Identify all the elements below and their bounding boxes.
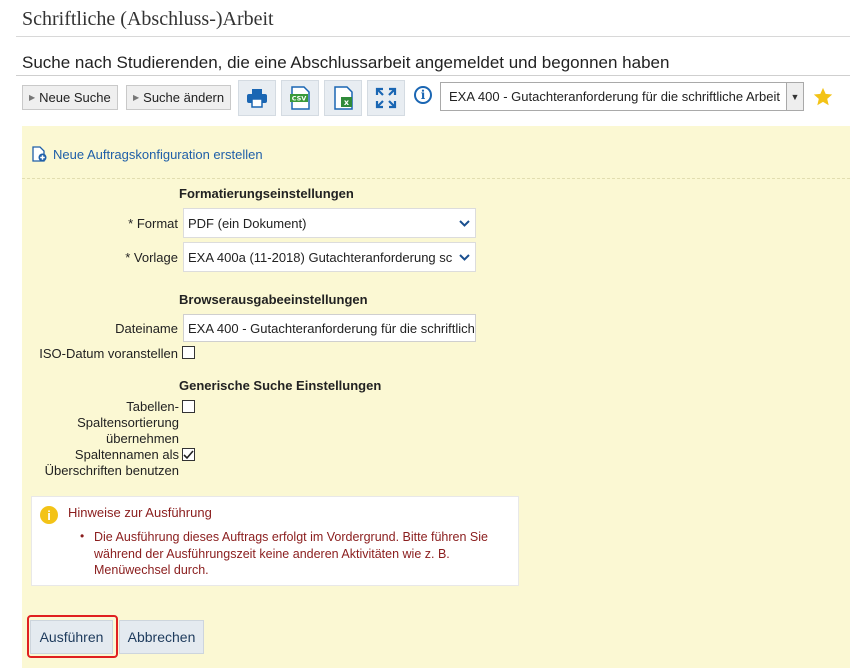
run-button-highlight [27, 615, 118, 658]
warning-info-icon: i [40, 506, 58, 524]
change-search-button[interactable]: ▶ Suche ändern [126, 85, 232, 110]
new-search-button[interactable]: ▶ Neue Suche [22, 85, 118, 110]
browser-section-heading: Browserausgabeeinstellungen [179, 292, 368, 307]
iso-date-checkbox[interactable] [182, 346, 195, 359]
execution-hint-box: i Hinweise zur Ausführung • Die Ausführu… [31, 496, 519, 586]
csv-export-icon: CSV [290, 86, 310, 110]
excel-export-icon: x [334, 86, 353, 110]
template-label: * Vorlage [125, 250, 178, 265]
cancel-button[interactable]: Abbrechen [119, 620, 204, 654]
change-search-label: Suche ändern [143, 90, 225, 105]
new-search-label: Neue Suche [39, 90, 111, 105]
title-divider [16, 36, 850, 37]
fullscreen-button[interactable] [367, 80, 405, 116]
format-section-heading: Formatierungseinstellungen [179, 186, 354, 201]
template-select-value: EXA 400a (11-2018) Gutachteranforderung … [188, 249, 453, 265]
print-button[interactable] [238, 80, 276, 116]
filename-input[interactable]: EXA 400 - Gutachteranforderung für die s… [183, 314, 476, 342]
hint-text: Die Ausführung dieses Auftrags erfolgt i… [94, 530, 488, 577]
job-select[interactable]: EXA 400 - Gutachteranforderung für die s… [440, 82, 804, 111]
bullet-icon: • [80, 529, 85, 543]
iso-date-label: ISO-Datum voranstellen [39, 346, 178, 361]
chevron-down-icon: ▼ [786, 83, 803, 110]
panel-divider [22, 178, 850, 179]
subtitle-divider [16, 75, 850, 76]
format-select[interactable]: PDF (ein Dokument) [183, 208, 476, 238]
column-names-checkbox[interactable] [182, 448, 195, 461]
print-icon [247, 89, 267, 108]
svg-text:x: x [344, 98, 350, 107]
new-config-label: Neue Auftragskonfiguration erstellen [53, 146, 263, 162]
triangle-right-icon: ▶ [29, 93, 36, 102]
column-names-label-line-2: Überschriften benutzen [44, 463, 179, 478]
checkmark-icon [183, 449, 194, 459]
triangle-right-icon: ▶ [133, 93, 140, 102]
format-label: * Format [128, 216, 178, 231]
job-select-value: EXA 400 - Gutachteranforderung für die s… [449, 89, 780, 104]
fullscreen-icon [375, 87, 397, 109]
csv-export-button[interactable]: CSV [281, 80, 319, 116]
table-sort-checkbox[interactable] [182, 400, 195, 413]
table-sort-label: Tabellen- Spaltensortierung übernehmen [30, 399, 179, 447]
table-sort-label-line-2: Spaltensortierung [77, 415, 179, 430]
filename-label: Dateiname [115, 321, 178, 336]
format-select-value: PDF (ein Dokument) [188, 215, 307, 231]
table-sort-label-line-1: Tabellen- [126, 399, 179, 414]
info-icon[interactable]: i [414, 86, 432, 104]
generic-section-heading: Generische Suche Einstellungen [179, 378, 382, 393]
page-subtitle: Suche nach Studierenden, die eine Abschl… [22, 53, 670, 72]
new-config-link[interactable]: Neue Auftragskonfiguration erstellen [31, 146, 263, 162]
chevron-down-icon [453, 253, 475, 261]
favorite-star-icon[interactable] [812, 86, 834, 108]
page-title: Schriftliche (Abschluss-)Arbeit [22, 8, 274, 30]
excel-export-button[interactable]: x [324, 80, 362, 116]
svg-text:CSV: CSV [292, 95, 307, 103]
table-sort-label-line-3: übernehmen [106, 431, 179, 446]
new-document-icon [32, 146, 47, 162]
hint-title: Hinweise zur Ausführung [68, 505, 212, 520]
column-names-label: Spaltennamen als Überschriften benutzen [30, 447, 179, 479]
template-select[interactable]: EXA 400a (11-2018) Gutachteranforderung … [183, 242, 476, 272]
chevron-down-icon [453, 219, 475, 227]
column-names-label-line-1: Spaltennamen als [74, 447, 179, 462]
